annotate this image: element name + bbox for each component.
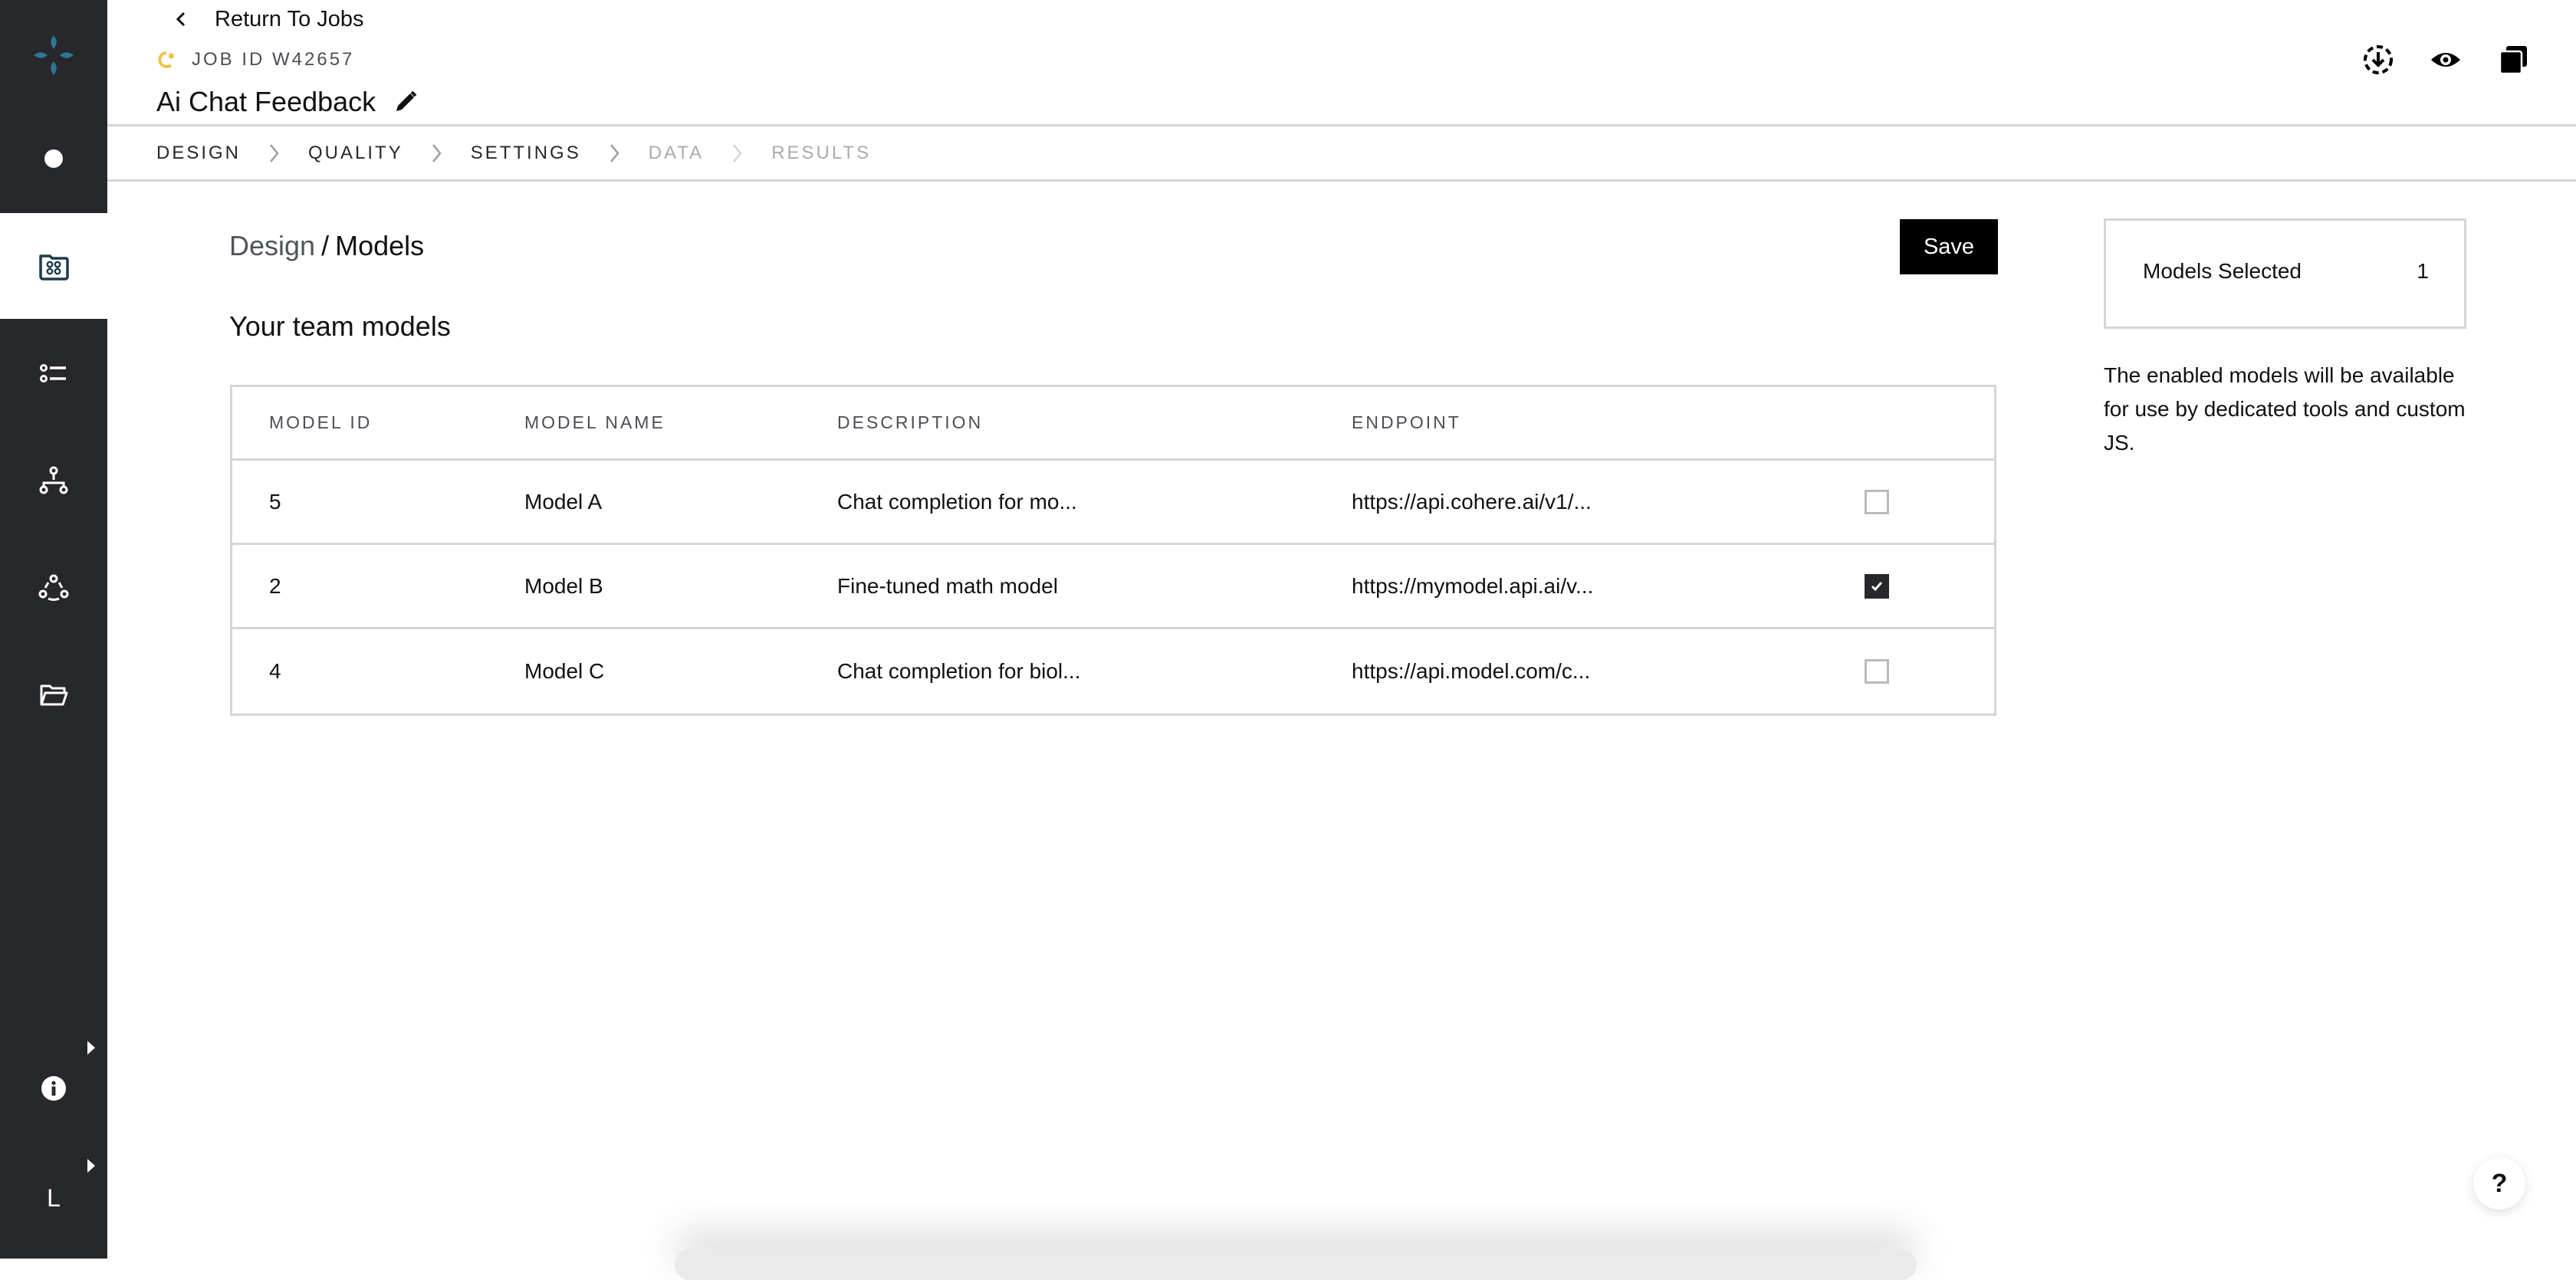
job-id-text: JOB ID W42657 [192, 49, 355, 70]
chevron-right-icon [432, 143, 442, 162]
tab-results[interactable]: RESULTS [771, 143, 871, 164]
hierarchy-icon [39, 466, 68, 494]
table-row: 2 Model B Fine-tuned math model https://… [232, 545, 1994, 629]
model-id: 2 [269, 573, 281, 598]
bottom-drawer-shadow [675, 1249, 1917, 1280]
sidebar-item-files[interactable] [0, 642, 107, 748]
models-selected-count: 1 [2417, 259, 2429, 283]
people-network-icon [38, 574, 69, 601]
return-to-jobs-link[interactable]: Return To Jobs [169, 6, 364, 32]
models-selected-label: Models Selected [2143, 259, 2302, 283]
chevron-right-icon [733, 143, 742, 162]
sidebar-item-info[interactable] [0, 1035, 107, 1142]
sidebar-item-workflows[interactable] [0, 428, 107, 533]
tab-design[interactable]: DESIGN [156, 143, 241, 164]
model-description: Chat completion for mo... [837, 489, 1077, 514]
return-label: Return To Jobs [215, 6, 364, 31]
download-progress-icon[interactable] [2361, 43, 2395, 77]
save-button[interactable]: Save [1900, 219, 1998, 274]
sidebar: L [0, 0, 107, 1259]
checkmark-icon [1871, 581, 1883, 591]
column-header-model-name: MODEL NAME [524, 412, 665, 432]
status-progress-icon [158, 51, 175, 68]
models-table: MODEL ID MODEL NAME DESCRIPTION ENDPOINT… [230, 385, 1996, 716]
models-help-text: The enabled models will be available for… [2104, 363, 2466, 455]
model-description: Fine-tuned math model [837, 573, 1058, 598]
model-name: Model A [524, 489, 603, 514]
model-select-checkbox[interactable] [1865, 659, 1889, 684]
list-icon [40, 364, 66, 382]
chevron-right-icon [270, 143, 279, 162]
model-endpoint: https://mymodel.api.ai/v... [1352, 573, 1594, 598]
model-endpoint: https://api.model.com/c... [1352, 659, 1591, 683]
chevron-left-icon [176, 11, 186, 27]
table-header: MODEL ID MODEL NAME DESCRIPTION ENDPOINT [232, 387, 1994, 461]
breadcrumb-separator: / [321, 230, 330, 261]
folder-grid-icon [39, 254, 69, 281]
table-row: 5 Model A Chat completion for mo... http… [232, 461, 1994, 545]
model-select-checkbox[interactable] [1865, 489, 1889, 514]
column-header-model-id: MODEL ID [269, 412, 373, 432]
tab-quality[interactable]: QUALITY [308, 143, 403, 164]
header-actions [2361, 43, 2530, 77]
column-header-description: DESCRIPTION [837, 412, 984, 432]
preview-eye-icon[interactable] [2429, 43, 2463, 77]
chevron-right-icon [610, 143, 619, 162]
model-name: Model B [524, 573, 603, 598]
sidebar-item-home[interactable] [0, 106, 107, 212]
folder-open-icon [40, 684, 68, 706]
models-selected-panel: Models Selected 1 [2104, 218, 2466, 329]
user-avatar[interactable]: L [0, 1184, 107, 1213]
model-description: Chat completion for biol... [837, 659, 1081, 683]
section-title: Your team models [229, 310, 451, 342]
column-header-endpoint: ENDPOINT [1352, 412, 1461, 432]
info-icon [41, 1076, 66, 1101]
copy-icon[interactable] [2496, 43, 2530, 77]
job-header: Return To Jobs JOB ID W42657 Ai Chat Fee… [107, 0, 2576, 126]
model-id: 5 [269, 489, 281, 514]
model-id: 4 [269, 659, 281, 683]
table-row: 4 Model C Chat completion for biol... ht… [232, 629, 1994, 714]
tab-data[interactable]: DATA [649, 143, 704, 164]
tab-settings[interactable]: SETTINGS [471, 143, 581, 164]
model-endpoint: https://api.cohere.ai/v1/... [1352, 489, 1592, 514]
breadcrumb: Design / Models [229, 230, 424, 262]
model-select-checkbox[interactable] [1865, 573, 1889, 599]
circle-dot-icon [44, 149, 63, 168]
expand-caret-icon[interactable] [87, 1159, 95, 1173]
sidebar-item-list[interactable] [0, 320, 107, 426]
job-title: Ai Chat Feedback [156, 86, 419, 118]
sidebar-item-team[interactable] [0, 535, 107, 641]
job-id: JOB ID W42657 [156, 49, 354, 71]
breadcrumb-models: Models [335, 230, 425, 261]
model-name: Model C [524, 659, 605, 683]
job-title-text: Ai Chat Feedback [156, 86, 376, 117]
edit-pencil-icon[interactable] [393, 89, 419, 115]
sidebar-item-jobs[interactable] [0, 213, 107, 319]
logo-icon[interactable] [31, 32, 77, 78]
job-steps-tabs: DESIGN QUALITY SETTINGS DATA RESULTS [107, 126, 2576, 182]
breadcrumb-design[interactable]: Design [229, 230, 315, 261]
help-button[interactable]: ? [2473, 1157, 2525, 1209]
